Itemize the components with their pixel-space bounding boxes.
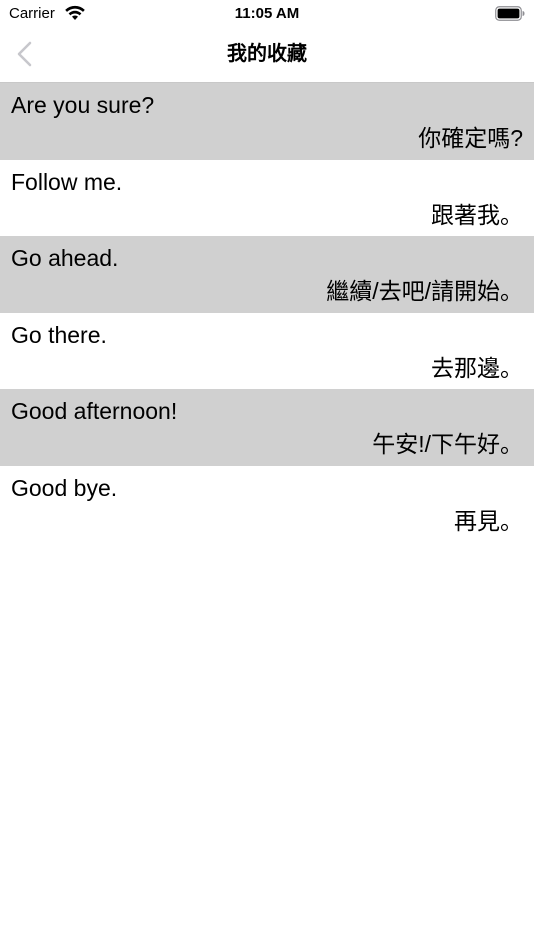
chinese-translation: 去那邊。	[431, 354, 523, 381]
favorite-row[interactable]: Good afternoon! 午安!/下午好。	[0, 389, 534, 466]
favorite-row[interactable]: Go there. 去那邊。	[0, 313, 534, 390]
english-phrase: Follow me.	[11, 168, 123, 195]
favorite-row[interactable]: Good bye. 再見。	[0, 466, 534, 543]
chinese-translation: 你確定嗎?	[418, 125, 523, 151]
favorite-row[interactable]: Follow me. 跟著我。	[0, 160, 534, 237]
page-title: 我的收藏	[227, 43, 307, 65]
favorites-list: Are you sure? 你確定嗎? Follow me. 跟著我。 Go a…	[0, 83, 534, 542]
english-phrase: Are you sure?	[11, 92, 155, 118]
favorite-row[interactable]: Go ahead. 繼續/去吧/請開始。	[0, 236, 534, 313]
english-phrase: Good bye.	[11, 474, 118, 501]
status-bar: Carrier 11:05 AM	[0, 0, 534, 28]
favorite-row[interactable]: Are you sure? 你確定嗎?	[0, 83, 534, 160]
chinese-translation: 午安!/下午好。	[372, 431, 523, 457]
english-phrase: Go there.	[11, 321, 107, 348]
chinese-translation: 跟著我。	[431, 201, 523, 228]
english-phrase: Good afternoon!	[11, 398, 178, 424]
english-phrase: Go ahead.	[11, 245, 119, 271]
status-time: 11:05 AM	[234, 5, 300, 22]
chinese-translation: 繼續/去吧/請開始。	[326, 278, 523, 304]
battery-icon	[495, 6, 525, 21]
chinese-translation: 再見。	[454, 507, 523, 534]
navigation-bar: 我的收藏	[0, 28, 534, 83]
